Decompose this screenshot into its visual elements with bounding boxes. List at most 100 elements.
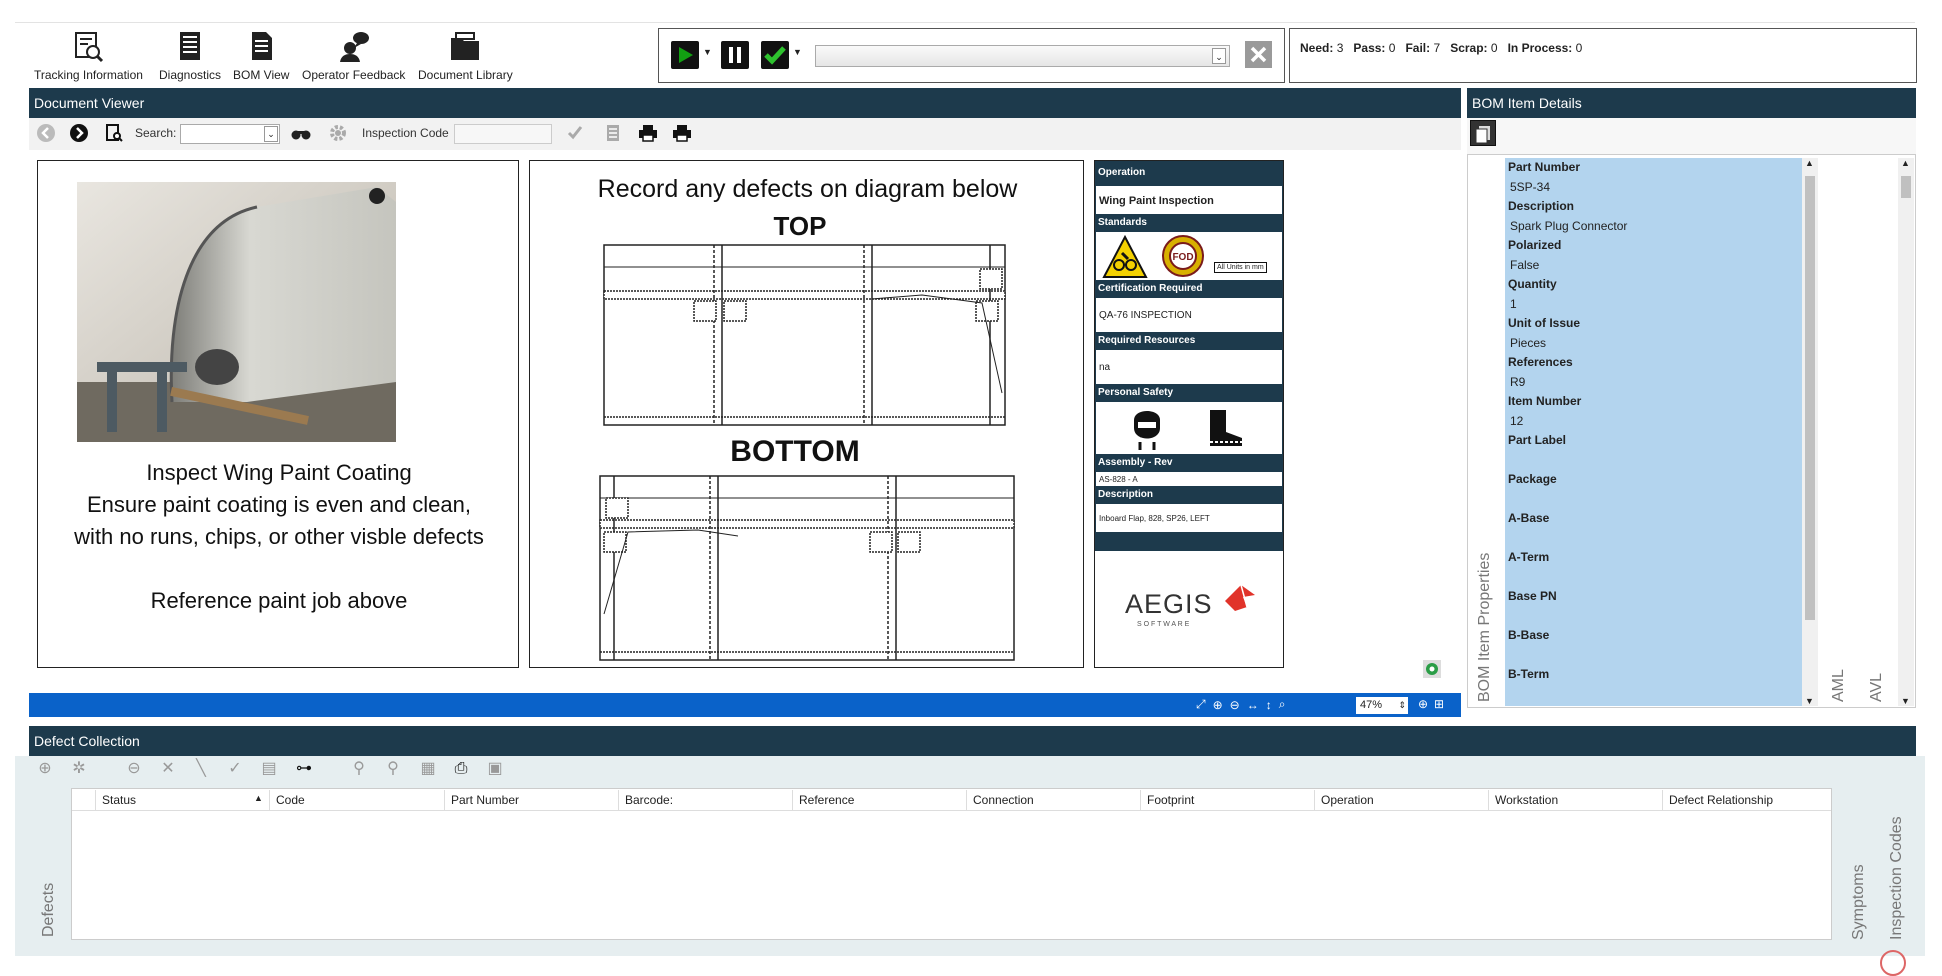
copy-icon (1475, 126, 1490, 144)
bom-field-label: Polarized (1508, 238, 1562, 252)
defect-link-button[interactable]: ⊶ (295, 760, 313, 778)
bom-copy-button[interactable] (1470, 120, 1496, 146)
forward-button[interactable] (69, 118, 89, 148)
bom-field-value[interactable]: 1 (1505, 295, 1802, 315)
bom-field-value[interactable] (1505, 607, 1802, 627)
defect-doc-button[interactable]: ▦ (419, 760, 437, 778)
bom-view-button[interactable]: BOM View (233, 30, 289, 82)
bom-avl-tab[interactable]: AVL (1868, 673, 1886, 702)
scroll-thumb[interactable] (1805, 176, 1815, 620)
bom-field-value[interactable] (1505, 568, 1802, 588)
settings-button[interactable] (328, 118, 348, 148)
column-header[interactable]: Status (95, 790, 269, 810)
bom-field-value[interactable] (1505, 451, 1802, 471)
bom-field-value[interactable]: 5SP-34 (1505, 178, 1802, 198)
defects-tab[interactable]: Defects (40, 883, 58, 937)
approve-defect-button[interactable]: ✓ (226, 760, 244, 778)
assembly-value: AS-828 - A (1095, 471, 1283, 487)
print-all-button[interactable] (671, 118, 693, 148)
bom-field-value[interactable]: R9 (1505, 373, 1802, 393)
search-select[interactable]: ⌄ (180, 124, 280, 144)
scroll-thumb[interactable] (1901, 176, 1911, 198)
diagnostics-button[interactable]: Diagnostics (159, 30, 221, 82)
chevron-down-icon: ⌄ (264, 126, 278, 142)
defect-report-button[interactable]: ▤ (260, 760, 278, 778)
scroll-up-icon[interactable]: ▲ (1901, 158, 1910, 168)
zoom-extra-icons[interactable]: ⊕⊞ (1418, 697, 1450, 711)
scroll-down-icon[interactable]: ▼ (1805, 696, 1814, 706)
document-search-button[interactable] (104, 118, 124, 148)
fit-page-icon[interactable]: ⤢ (1196, 697, 1206, 712)
refresh-button[interactable] (1423, 660, 1441, 681)
bom-list-scrollbar[interactable]: ▲ ▼ (1802, 158, 1818, 706)
zoom-stepper-icon[interactable]: ⇕ (1398, 697, 1406, 714)
zoom-level-input[interactable]: 47% ⇕ (1356, 697, 1408, 714)
inspection-codes-tab[interactable]: Inspection Codes (1888, 816, 1906, 940)
binoculars-button[interactable] (290, 118, 312, 148)
bom-field-value[interactable] (1505, 646, 1802, 666)
remove-defect-button[interactable]: ⊖ (125, 760, 143, 778)
attach-button[interactable]: ⚲ (350, 760, 368, 778)
play-dropdown-icon[interactable]: ▼ (703, 47, 712, 57)
bom-field-label: Part Label (1508, 433, 1567, 447)
bom-field-value[interactable]: 12 (1505, 412, 1802, 432)
cancel-button[interactable] (1245, 41, 1272, 68)
operator-feedback-button[interactable]: Operator Feedback (302, 30, 405, 82)
aegis-logo-text: AEGIS (1125, 589, 1213, 619)
magnifier-icon[interactable]: ⌕ (1279, 697, 1286, 712)
document-viewer-title: Document Viewer (34, 95, 145, 111)
complete-dropdown-icon[interactable]: ▼ (793, 47, 802, 57)
tracking-information-button[interactable]: Tracking Information (34, 30, 143, 82)
scroll-up-icon[interactable]: ▲ (1805, 158, 1814, 168)
inspect-button[interactable] (566, 118, 586, 148)
bottom-wing-diagram[interactable] (598, 474, 1016, 662)
column-header[interactable]: Reference (792, 790, 966, 810)
scrap-label: Scrap: (1450, 41, 1488, 55)
back-button[interactable] (36, 118, 56, 148)
bom-outer-scrollbar[interactable]: ▲ ▼ (1898, 158, 1914, 706)
edit-defect-button[interactable]: ╲ (192, 760, 210, 778)
column-header[interactable]: Connection (966, 790, 1140, 810)
delete-defect-button[interactable]: ✕ (159, 760, 177, 778)
fit-width-icon[interactable]: ↔ (1247, 698, 1259, 712)
bom-field-value[interactable] (1505, 685, 1802, 705)
bom-field-value[interactable]: Pieces (1505, 334, 1802, 354)
pause-button[interactable] (721, 41, 749, 69)
play-button[interactable] (671, 41, 699, 69)
add-defect-button[interactable]: ⊕ (36, 760, 54, 778)
step-select[interactable]: ⌄ (815, 45, 1230, 67)
symptoms-tab[interactable]: Symptoms (1850, 864, 1868, 940)
assembly-header: Assembly - Rev (1095, 455, 1283, 471)
column-header[interactable]: Operation (1314, 790, 1488, 810)
defect-settings-button[interactable]: ✲ (70, 760, 88, 778)
instruction-document: Inspect Wing Paint Coating Ensure paint … (37, 160, 519, 668)
column-header[interactable]: Barcode: (618, 790, 792, 810)
column-header[interactable]: Defect Relationship (1662, 790, 1836, 810)
complete-button[interactable] (761, 41, 789, 69)
document-library-button[interactable]: Document Library (418, 30, 513, 82)
defect-export-button[interactable]: ▣ (486, 760, 504, 778)
column-header[interactable]: Part Number (444, 790, 618, 810)
inspection-code-input[interactable] (454, 124, 552, 144)
scroll-down-icon[interactable]: ▼ (1901, 696, 1910, 706)
bom-field-value[interactable]: Spark Plug Connector (1505, 217, 1802, 237)
print-button[interactable] (637, 118, 659, 148)
fit-height-icon[interactable]: ↕ (1266, 698, 1272, 712)
zoom-out-icon[interactable]: ⊖ (1230, 698, 1240, 712)
refresh-icon (1423, 660, 1441, 678)
top-wing-diagram[interactable] (602, 243, 1007, 427)
defect-print-button[interactable]: ⎙ (452, 760, 470, 778)
attach-alt-button[interactable]: ⚲ (384, 760, 402, 778)
bom-properties-tab[interactable]: BOM Item Properties (1476, 553, 1494, 702)
bom-field-label: B-Base (1508, 628, 1550, 642)
bom-field-value[interactable] (1505, 529, 1802, 549)
column-header[interactable]: Code (269, 790, 443, 810)
bom-field-value[interactable]: False (1505, 256, 1802, 276)
pass-label: Pass: (1353, 41, 1386, 55)
filter-button[interactable] (603, 118, 623, 148)
bom-aml-tab[interactable]: AML (1830, 669, 1848, 702)
bom-field-value[interactable] (1505, 490, 1802, 510)
zoom-in-icon[interactable]: ⊕ (1213, 698, 1223, 712)
column-header[interactable]: Footprint (1140, 790, 1314, 810)
column-header[interactable]: Workstation (1488, 790, 1662, 810)
